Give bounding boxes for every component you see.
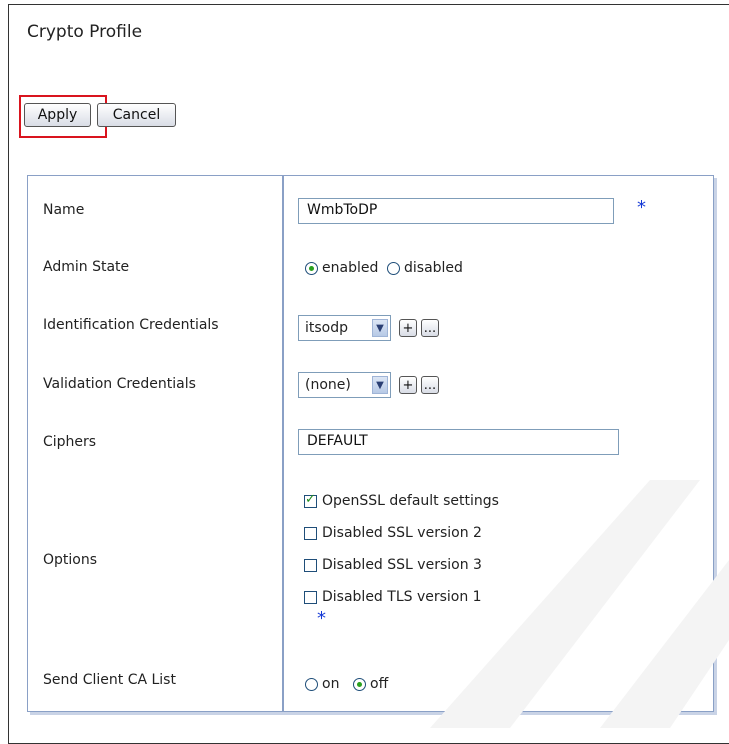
- radio-label: enabled: [322, 260, 379, 276]
- send-client-ca-list-label: Send Client CA List: [43, 672, 176, 688]
- checkbox-label: Disabled TLS version 1: [322, 589, 482, 605]
- ciphers-label: Ciphers: [43, 434, 97, 450]
- select-value: (none): [305, 377, 351, 393]
- form-panel: Name WmbToDP * Admin State enabled disab…: [27, 175, 714, 712]
- checkbox-icon: [304, 558, 317, 572]
- admin-state-label: Admin State: [43, 259, 130, 275]
- option-disable-tls1-checkbox[interactable]: Disabled TLS version 1: [304, 589, 482, 605]
- identification-credentials-select[interactable]: itsodp ▼: [298, 315, 391, 341]
- checkbox-label: OpenSSL default settings: [322, 493, 499, 509]
- send-client-ca-list-on-radio[interactable]: on: [305, 676, 339, 692]
- identification-credentials-label: Identification Credentials: [43, 317, 219, 333]
- options-label: Options: [43, 552, 98, 568]
- option-disable-ssl2-checkbox[interactable]: Disabled SSL version 2: [304, 525, 482, 541]
- edit-validation-credentials-button[interactable]: ...: [421, 376, 439, 394]
- required-indicator: *: [637, 197, 646, 218]
- add-identification-credentials-button[interactable]: +: [399, 319, 417, 337]
- edit-identification-credentials-button[interactable]: ...: [421, 319, 439, 337]
- radio-selected-icon: [353, 677, 366, 691]
- admin-state-disabled-radio[interactable]: disabled: [387, 260, 463, 276]
- page-title: Crypto Profile: [27, 22, 143, 42]
- add-validation-credentials-button[interactable]: +: [399, 376, 417, 394]
- radio-label: disabled: [404, 260, 463, 276]
- option-disable-ssl3-checkbox[interactable]: Disabled SSL version 3: [304, 557, 482, 573]
- ciphers-field[interactable]: DEFAULT: [298, 429, 619, 455]
- checkbox-icon: [304, 526, 317, 540]
- radio-label: off: [370, 676, 389, 692]
- radio-unselected-icon: [305, 677, 318, 691]
- check-icon: [304, 492, 317, 508]
- cancel-button[interactable]: Cancel: [97, 103, 176, 127]
- radio-selected-icon: [305, 261, 318, 275]
- radio-label: on: [322, 676, 340, 692]
- select-value: itsodp: [305, 320, 349, 336]
- chevron-down-icon[interactable]: ▼: [372, 319, 388, 337]
- checkbox-label: Disabled SSL version 2: [322, 525, 482, 541]
- apply-button[interactable]: Apply: [24, 103, 91, 127]
- radio-unselected-icon: [387, 261, 400, 275]
- option-openssl-default-checkbox[interactable]: OpenSSL default settings: [304, 492, 499, 509]
- checkbox-icon: [304, 590, 317, 604]
- send-client-ca-list-off-radio[interactable]: off: [353, 676, 388, 692]
- chevron-down-icon[interactable]: ▼: [372, 376, 388, 394]
- name-label: Name: [43, 202, 85, 218]
- validation-credentials-label: Validation Credentials: [43, 376, 196, 392]
- checkbox-label: Disabled SSL version 3: [322, 557, 482, 573]
- required-indicator: *: [317, 608, 326, 629]
- validation-credentials-select[interactable]: (none) ▼: [298, 372, 391, 398]
- name-field[interactable]: WmbToDP: [298, 198, 614, 224]
- admin-state-enabled-radio[interactable]: enabled: [305, 260, 378, 276]
